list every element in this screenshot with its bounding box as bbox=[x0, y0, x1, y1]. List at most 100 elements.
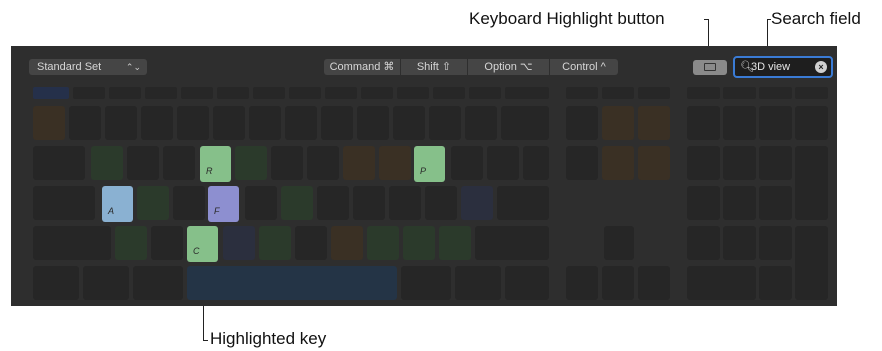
keyboard-key[interactable] bbox=[213, 106, 245, 140]
keyboard-key[interactable] bbox=[566, 266, 598, 300]
keyboard-key[interactable] bbox=[687, 106, 720, 140]
function-key[interactable] bbox=[397, 87, 429, 99]
keyboard-key[interactable] bbox=[281, 186, 313, 220]
function-key[interactable] bbox=[145, 87, 177, 99]
keyboard-key[interactable] bbox=[604, 226, 634, 260]
keyboard-key[interactable] bbox=[331, 226, 363, 260]
keyboard-key[interactable] bbox=[566, 106, 598, 140]
keyboard-key[interactable] bbox=[137, 186, 169, 220]
keyboard-key[interactable] bbox=[321, 106, 353, 140]
keyboard-key[interactable] bbox=[501, 106, 549, 140]
function-key[interactable] bbox=[433, 87, 465, 99]
keyboard-key[interactable] bbox=[127, 146, 159, 180]
keyboard-key[interactable] bbox=[403, 226, 435, 260]
keyboard-key[interactable] bbox=[795, 106, 828, 140]
keyboard-key[interactable] bbox=[602, 266, 634, 300]
keyboard-key[interactable] bbox=[723, 146, 756, 180]
search-input[interactable] bbox=[751, 59, 811, 75]
keyboard-key[interactable] bbox=[393, 106, 425, 140]
function-key[interactable] bbox=[325, 87, 357, 99]
highlighted-key-a[interactable]: A bbox=[102, 186, 133, 222]
keyboard-key[interactable] bbox=[91, 146, 123, 180]
function-key[interactable] bbox=[723, 87, 756, 99]
keyboard-key[interactable] bbox=[105, 106, 137, 140]
function-key[interactable] bbox=[217, 87, 249, 99]
keyboard-key[interactable] bbox=[795, 146, 828, 220]
keyboard-key[interactable] bbox=[602, 146, 634, 180]
keyboard-key[interactable] bbox=[295, 226, 327, 260]
keyboard-key[interactable] bbox=[687, 266, 756, 300]
keyboard-key[interactable] bbox=[687, 186, 720, 220]
function-key[interactable] bbox=[361, 87, 393, 99]
function-key[interactable] bbox=[33, 87, 69, 99]
keyboard-key[interactable] bbox=[133, 266, 183, 300]
keyboard-key[interactable] bbox=[33, 146, 85, 180]
keyboard-key[interactable] bbox=[461, 186, 493, 220]
keyboard-key[interactable] bbox=[723, 106, 756, 140]
keyboard-key[interactable] bbox=[566, 146, 598, 180]
keyboard-key[interactable] bbox=[451, 146, 483, 180]
keyboard-key[interactable] bbox=[285, 106, 317, 140]
keyboard-key[interactable] bbox=[795, 226, 828, 300]
keyboard-key[interactable] bbox=[759, 146, 792, 180]
function-key[interactable] bbox=[289, 87, 321, 99]
keyboard-key[interactable] bbox=[307, 146, 339, 180]
keyboard-key[interactable] bbox=[173, 186, 205, 220]
clear-search-icon[interactable]: × bbox=[815, 61, 827, 73]
keyboard-key[interactable] bbox=[115, 226, 147, 260]
highlighted-key-r[interactable]: R bbox=[200, 146, 231, 182]
keyboard-key[interactable] bbox=[638, 146, 670, 180]
keyboard-key[interactable] bbox=[259, 226, 291, 260]
keyboard-key[interactable] bbox=[439, 226, 471, 260]
search-field[interactable]: 🔍︎ × bbox=[733, 56, 833, 78]
function-key[interactable] bbox=[795, 87, 828, 99]
function-key[interactable] bbox=[602, 87, 634, 99]
spacebar-key[interactable] bbox=[187, 266, 397, 300]
keyboard-key[interactable] bbox=[465, 106, 497, 140]
function-key[interactable] bbox=[469, 87, 501, 99]
function-key[interactable] bbox=[181, 87, 213, 99]
keyboard-key[interactable] bbox=[389, 186, 421, 220]
keyboard-key[interactable] bbox=[487, 146, 519, 180]
keyboard-key[interactable] bbox=[141, 106, 173, 140]
keyboard-key[interactable] bbox=[455, 266, 501, 300]
keyboard-key[interactable] bbox=[317, 186, 349, 220]
keyboard-key[interactable] bbox=[497, 186, 549, 220]
keyboard-key[interactable] bbox=[759, 226, 792, 260]
command-modifier-button[interactable]: Command ⌘ bbox=[324, 59, 400, 75]
command-set-popup[interactable]: Standard Set ⌃⌄ bbox=[29, 59, 147, 75]
keyboard-key[interactable] bbox=[357, 106, 389, 140]
keyboard-key[interactable] bbox=[475, 226, 549, 260]
highlighted-key-c[interactable]: C bbox=[187, 226, 218, 262]
keyboard-key[interactable] bbox=[223, 226, 255, 260]
keyboard-key[interactable] bbox=[723, 226, 756, 260]
highlighted-key-f[interactable]: F bbox=[208, 186, 239, 222]
keyboard-key[interactable] bbox=[638, 266, 670, 300]
keyboard-key[interactable] bbox=[759, 266, 792, 300]
function-key[interactable] bbox=[687, 87, 720, 99]
keyboard-key[interactable] bbox=[343, 146, 375, 180]
keyboard-highlight-button[interactable] bbox=[693, 60, 727, 75]
keyboard-key[interactable] bbox=[602, 106, 634, 140]
keyboard-key[interactable] bbox=[687, 146, 720, 180]
keyboard-key[interactable] bbox=[379, 146, 411, 180]
keyboard-key[interactable] bbox=[83, 266, 129, 300]
keyboard-key[interactable] bbox=[505, 266, 549, 300]
keyboard-key[interactable] bbox=[249, 106, 281, 140]
function-key[interactable] bbox=[109, 87, 141, 99]
keyboard-key[interactable] bbox=[401, 266, 451, 300]
keyboard-key[interactable] bbox=[687, 226, 720, 260]
keyboard-key[interactable] bbox=[33, 186, 95, 220]
keyboard-key[interactable] bbox=[759, 106, 792, 140]
keyboard-key[interactable] bbox=[177, 106, 209, 140]
keyboard-key[interactable] bbox=[33, 266, 79, 300]
function-key[interactable] bbox=[638, 87, 670, 99]
keyboard-key[interactable] bbox=[33, 226, 111, 260]
function-key[interactable] bbox=[759, 87, 792, 99]
function-key[interactable] bbox=[505, 87, 549, 99]
keyboard-key[interactable] bbox=[245, 186, 277, 220]
keyboard-key[interactable] bbox=[235, 146, 267, 180]
keyboard-key[interactable] bbox=[353, 186, 385, 220]
keyboard-key[interactable] bbox=[151, 226, 183, 260]
option-modifier-button[interactable]: Option ⌥ bbox=[468, 59, 549, 75]
